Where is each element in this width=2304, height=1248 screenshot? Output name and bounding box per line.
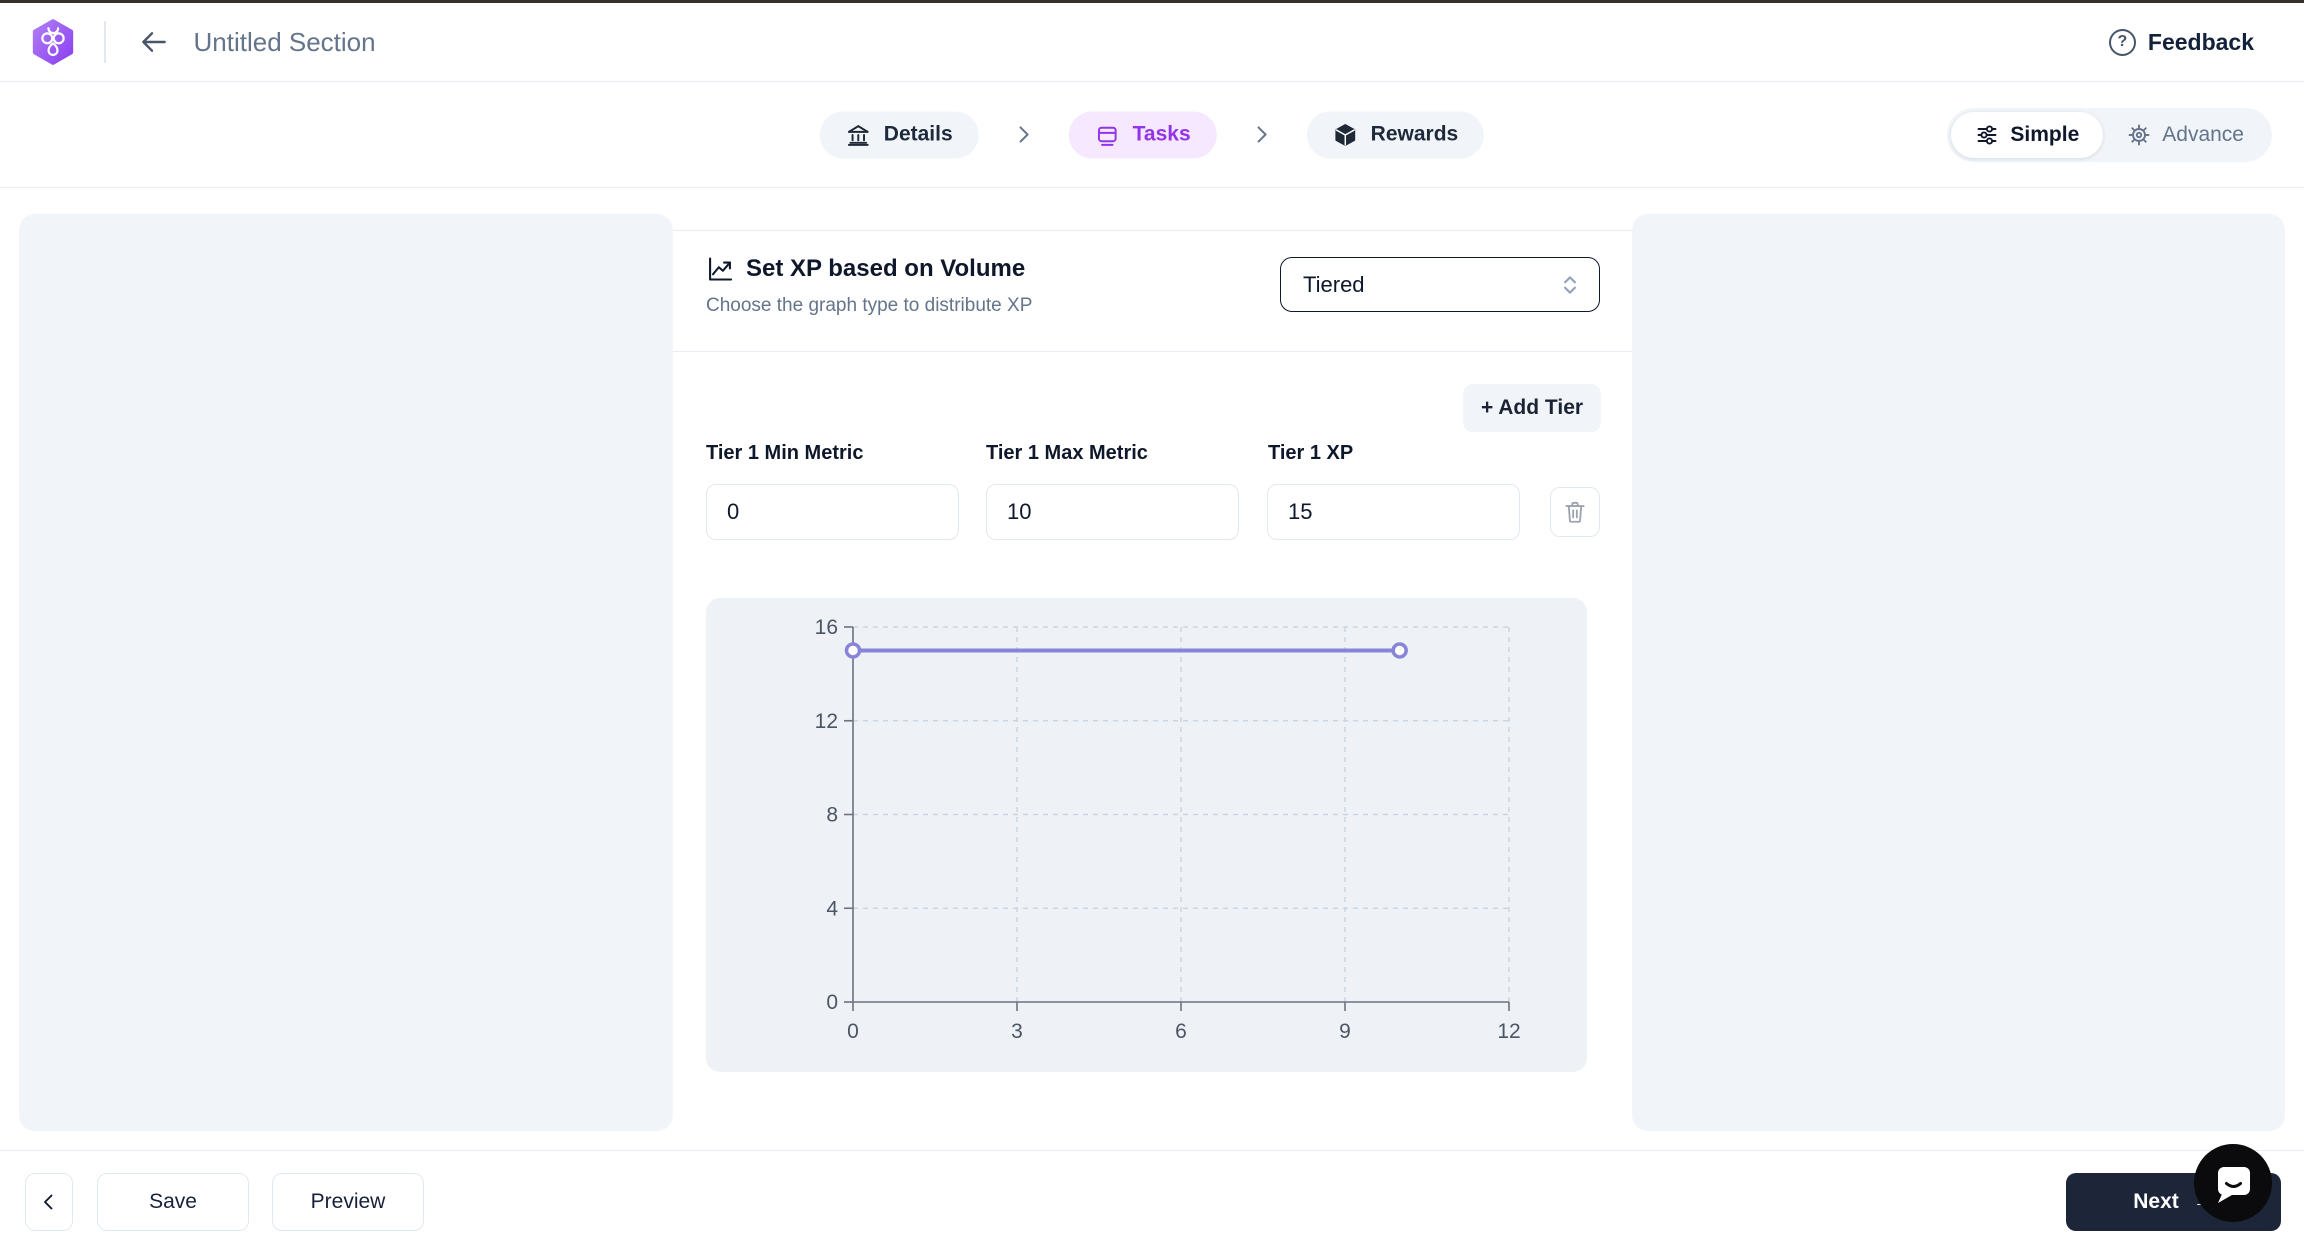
trend-chart-icon (709, 257, 733, 281)
chevron-right-icon (1011, 122, 1037, 148)
delete-tier-button[interactable] (1550, 487, 1600, 537)
bank-icon (847, 124, 869, 146)
trash-icon (1565, 501, 1585, 523)
step-details[interactable]: Details (819, 111, 979, 158)
feedback-button[interactable]: ? Feedback (2108, 28, 2254, 56)
footer-bar: Save Preview Next → (0, 1150, 2304, 1248)
footer-back-button[interactable] (25, 1173, 73, 1231)
svg-text:12: 12 (1497, 1020, 1520, 1043)
mode-advance-label: Advance (2162, 122, 2244, 146)
mode-toggle: Simple Advance (1947, 107, 2272, 162)
app-header: Untitled Section ? Feedback (0, 3, 2304, 82)
xp-chart: 0 4 8 12 16 0 3 6 9 12 (815, 616, 1521, 1043)
app-logo-icon[interactable] (31, 18, 75, 66)
stepper: Details Tasks Rewards (819, 111, 1485, 158)
page-title: Untitled Section (193, 26, 376, 57)
svg-text:3: 3 (1011, 1020, 1023, 1043)
graph-type-select[interactable]: Tiered (1280, 257, 1600, 312)
tier1-max-label: Tier 1 Max Metric (986, 442, 1148, 464)
step-rewards-label: Rewards (1370, 122, 1459, 146)
add-tier-button[interactable]: + Add Tier (1463, 384, 1601, 432)
tier1-xp-label: Tier 1 XP (1268, 442, 1354, 464)
layers-icon (1097, 126, 1117, 146)
xp-section-header: Set XP based on Volume Choose the graph … (673, 230, 1632, 352)
header-divider (104, 21, 106, 63)
xp-section-subtitle: Choose the graph type to distribute XP (706, 295, 1033, 316)
svg-text:9: 9 (1339, 1020, 1351, 1043)
svg-text:4: 4 (826, 897, 838, 920)
preview-button[interactable]: Preview (272, 1173, 424, 1231)
svg-text:16: 16 (815, 616, 838, 639)
xp-chart-card: 0 4 8 12 16 0 3 6 9 12 (706, 598, 1587, 1072)
back-arrow-icon[interactable] (138, 26, 170, 58)
right-panel (1632, 214, 2285, 1131)
feedback-label: Feedback (2147, 28, 2254, 55)
gear-icon (2128, 124, 2150, 145)
help-icon: ? (2108, 28, 2136, 56)
svg-text:12: 12 (815, 710, 838, 733)
cube-icon (1335, 123, 1356, 146)
step-details-label: Details (883, 122, 953, 146)
chat-launcher-button[interactable] (2194, 1144, 2272, 1222)
tier1-max-input[interactable] (986, 484, 1239, 540)
svg-text:0: 0 (826, 991, 838, 1014)
step-rewards[interactable]: Rewards (1306, 111, 1485, 158)
tier1-min-input[interactable] (706, 484, 959, 540)
select-chevrons-icon (1564, 275, 1576, 294)
svg-text:6: 6 (1175, 1020, 1187, 1043)
svg-text:0: 0 (847, 1020, 859, 1043)
tier1-min-label: Tier 1 Min Metric (706, 442, 864, 464)
tier1-xp-input[interactable] (1267, 484, 1520, 540)
xp-section-title: Set XP based on Volume (746, 255, 1026, 282)
chevron-right-icon (1249, 122, 1275, 148)
graph-type-value: Tiered (1303, 271, 1365, 297)
chevron-left-icon (44, 1194, 53, 1210)
mode-simple-label: Simple (2010, 122, 2080, 146)
main-area: Set XP based on Volume Choose the graph … (0, 188, 2304, 1150)
stepper-bar: Details Tasks Rewards Simple Advance (0, 82, 2304, 188)
task-config-column: Set XP based on Volume Choose the graph … (673, 188, 1632, 1150)
next-button-label: Next (2133, 1190, 2179, 1213)
step-tasks[interactable]: Tasks (1068, 111, 1217, 158)
mode-advance[interactable]: Advance (2103, 112, 2268, 158)
mode-simple[interactable]: Simple (1951, 111, 2104, 158)
chat-bubble-icon (2218, 1167, 2250, 1203)
sliders-icon (1977, 124, 1997, 145)
left-panel (19, 214, 673, 1131)
svg-text:8: 8 (826, 804, 838, 827)
save-button[interactable]: Save (97, 1173, 249, 1231)
step-tasks-label: Tasks (1132, 122, 1191, 146)
